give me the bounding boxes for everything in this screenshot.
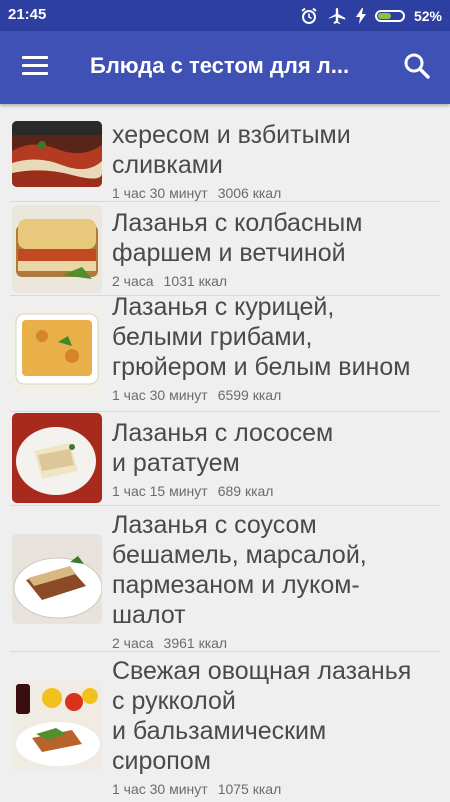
status-icons: 52% bbox=[300, 5, 442, 27]
recipe-name: хересом и взбитыми сливками bbox=[112, 121, 351, 179]
battery-icon bbox=[374, 10, 405, 22]
charging-icon bbox=[355, 8, 366, 24]
recipe-thumbnail bbox=[12, 306, 102, 396]
recipe-text: Лазанья с курицей, белыми грибами, грюйеро… bbox=[112, 292, 440, 403]
page-title: Блюда с тестом для л... bbox=[90, 53, 350, 78]
hamburger-menu-icon[interactable] bbox=[22, 56, 48, 76]
cook-time: 2 часа bbox=[112, 635, 154, 651]
recipe-text: хересом и взбитыми сливками 1 час 30 мину… bbox=[112, 120, 440, 201]
cook-time: 1 час 30 минут bbox=[112, 387, 208, 403]
recipe-meta: 2 часа 3961 ккал bbox=[112, 635, 440, 651]
recipe-meta: 1 час 30 минут 1075 ккал bbox=[112, 781, 440, 797]
status-time: 21:45 bbox=[8, 6, 47, 23]
recipe-item[interactable]: Свежая овощная лазанья с рукколой и бальза… bbox=[10, 652, 440, 802]
calories: 1075 ккал bbox=[217, 781, 282, 797]
battery-fill bbox=[377, 13, 392, 19]
recipe-text: Лазанья с лососем и рататуем 1 час 15 мин… bbox=[112, 418, 440, 499]
recipe-item[interactable]: Лазанья с лососем и рататуем 1 час 15 мин… bbox=[10, 412, 440, 506]
status-bar: 21:45 52% bbox=[0, 0, 450, 31]
recipe-text: Лазанья с соусом бешамель, марсалой, парме… bbox=[112, 510, 440, 651]
recipe-text: Лазанья с колбасным фаршем и ветчиной 2 ч… bbox=[112, 208, 440, 289]
airplane-mode-icon bbox=[328, 8, 346, 24]
recipe-thumbnail bbox=[12, 413, 102, 503]
calories: 3006 ккал bbox=[217, 185, 282, 201]
recipe-item[interactable]: Лазанья с курицей, белыми грибами, грюйеро… bbox=[10, 293, 440, 412]
cook-time: 1 час 15 минут bbox=[112, 483, 208, 499]
recipe-list: хересом и взбитыми сливками 1 час 30 мину… bbox=[0, 116, 450, 802]
recipe-item[interactable]: хересом и взбитыми сливками 1 час 30 мину… bbox=[10, 116, 440, 202]
recipe-item[interactable]: Лазанья с колбасным фаршем и ветчиной 2 ч… bbox=[10, 202, 440, 296]
cook-time: 2 часа bbox=[112, 273, 154, 289]
recipe-name: Лазанья с колбасным фаршем и ветчиной bbox=[112, 209, 363, 267]
cook-time: 1 час 30 минут bbox=[112, 781, 208, 797]
recipe-text: Свежая овощная лазанья с рукколой и бальза… bbox=[112, 656, 440, 797]
recipe-name: Лазанья с соусом бешамель, марсалой, парме… bbox=[112, 511, 367, 629]
recipe-thumbnail bbox=[12, 121, 102, 187]
calories: 689 ккал bbox=[217, 483, 274, 499]
recipe-meta: 1 час 30 минут 6599 ккал bbox=[112, 387, 440, 403]
recipe-item[interactable]: Лазанья с соусом бешамель, марсалой, парме… bbox=[10, 506, 440, 652]
alarm-clock-icon bbox=[301, 7, 317, 24]
battery-percent: 52% bbox=[413, 8, 442, 24]
recipe-thumbnail bbox=[12, 680, 102, 770]
app-bar: Блюда с тестом для л... bbox=[0, 31, 450, 104]
cook-time: 1 час 30 минут bbox=[112, 185, 208, 201]
calories: 3961 ккал bbox=[163, 635, 228, 651]
recipe-thumbnail bbox=[12, 205, 102, 293]
search-icon[interactable] bbox=[402, 51, 432, 81]
calories: 1031 ккал bbox=[163, 273, 228, 289]
recipe-name: Свежая овощная лазанья с рукколой и бальза… bbox=[112, 657, 412, 775]
recipe-meta: 1 час 15 минут 689 ккал bbox=[112, 483, 440, 499]
recipe-thumbnail bbox=[12, 534, 102, 624]
recipe-name: Лазанья с лососем и рататуем bbox=[112, 419, 334, 477]
recipe-name: Лазанья с курицей, белыми грибами, грюйеро… bbox=[112, 293, 411, 381]
recipe-meta: 1 час 30 минут 3006 ккал bbox=[112, 185, 440, 201]
recipe-meta: 2 часа 1031 ккал bbox=[112, 273, 440, 289]
calories: 6599 ккал bbox=[217, 387, 282, 403]
